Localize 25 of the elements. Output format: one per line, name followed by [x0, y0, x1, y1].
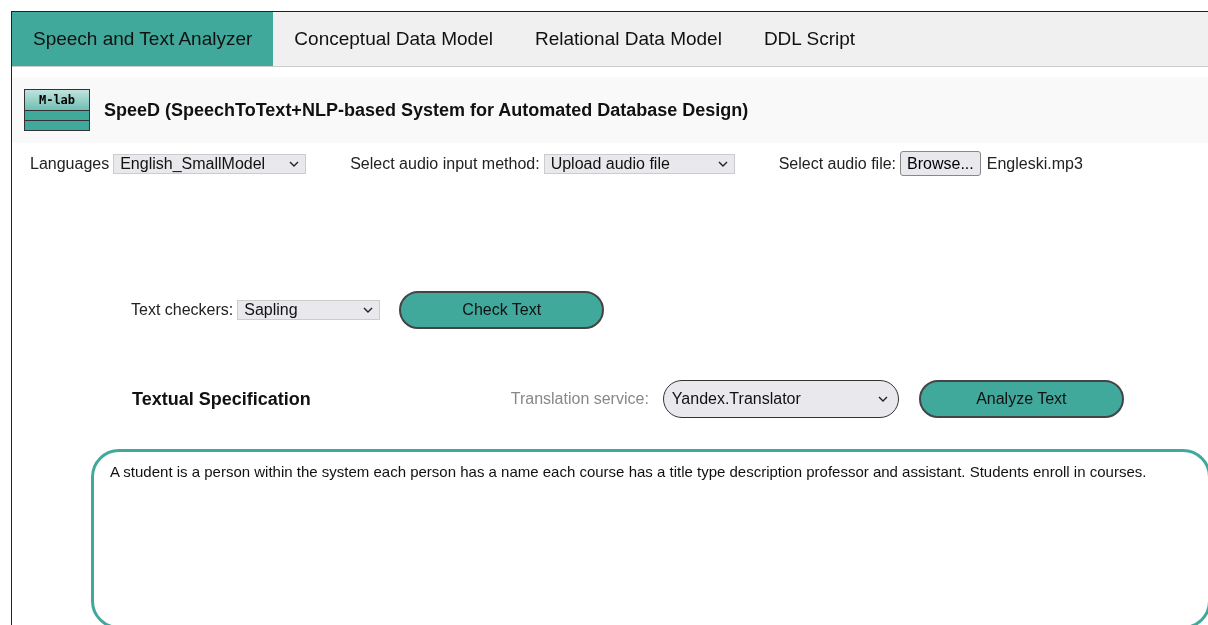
tab[interactable]: Conceptual Data Model — [273, 12, 514, 66]
file-name: Engleski.mp3 — [986, 154, 1083, 173]
browse-button[interactable]: Browse... — [900, 151, 981, 176]
tab[interactable]: Speech and Text Analyzer — [12, 12, 274, 66]
check-text-button[interactable]: Check Text — [399, 291, 605, 329]
dropdown[interactable]: English_SmallModel — [113, 153, 307, 174]
caret-icon — [289, 160, 300, 167]
file-label: Select audio file: — [778, 154, 897, 173]
analyze-text-button[interactable]: Analyze Text — [918, 380, 1124, 418]
checkers-label: Text checkers: — [131, 301, 234, 319]
tab[interactable]: DDL Script — [742, 12, 877, 66]
text-area[interactable]: A student is a person within the system each person has a name each course has a title type description professor and assistant. Students enroll in courses. — [91, 449, 1208, 625]
logo: M-lab — [24, 89, 90, 131]
caret-icon — [877, 396, 888, 402]
dropdown[interactable]: Upload audio file — [543, 153, 735, 174]
translation-label: Translation service: — [510, 390, 649, 408]
caret-icon — [363, 307, 374, 313]
dropdown[interactable]: Yandex.Translator — [662, 380, 899, 418]
languages-label: Languages — [30, 154, 110, 173]
method-label: Select audio input method: — [350, 154, 540, 173]
tab[interactable]: Relational Data Model — [513, 12, 743, 66]
section-title: Textual Specification — [132, 388, 311, 410]
dropdown[interactable]: Sapling — [237, 300, 381, 320]
app-title: SpeeD (SpeechToText+NLP-based System for Automated Database Design) — [104, 99, 749, 121]
caret-icon — [717, 160, 728, 167]
